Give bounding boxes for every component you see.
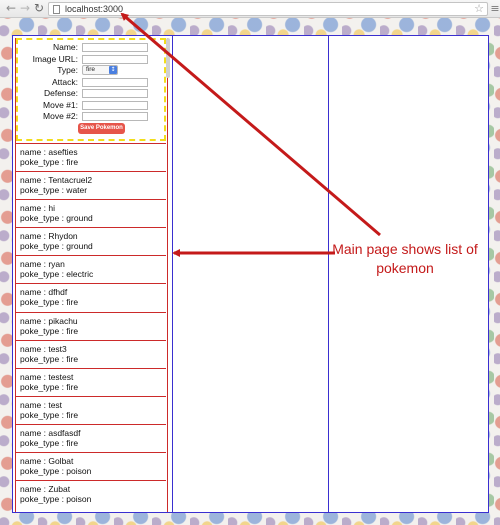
annotation-text: Main page shows list of pokemon [332, 241, 478, 276]
arrow-to-url [120, 12, 381, 237]
